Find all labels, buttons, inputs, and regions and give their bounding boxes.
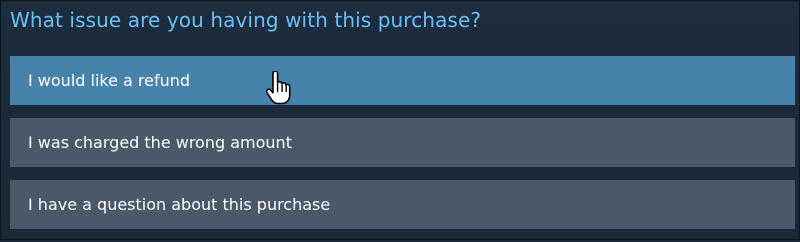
hand-pointer-icon: [266, 71, 291, 105]
option-question-label: I have a question about this purchase: [28, 195, 331, 214]
purchase-issue-panel: What issue are you having with this purc…: [0, 0, 800, 240]
option-wrong-amount-label: I was charged the wrong amount: [28, 133, 292, 152]
option-refund[interactable]: I would like a refund: [10, 56, 795, 105]
option-refund-label: I would like a refund: [28, 71, 191, 90]
issue-options-list: I would like a refund I was charged the …: [10, 56, 795, 242]
option-question[interactable]: I have a question about this purchase: [10, 180, 795, 229]
option-wrong-amount[interactable]: I was charged the wrong amount: [10, 118, 795, 167]
page-title: What issue are you having with this purc…: [10, 8, 482, 32]
